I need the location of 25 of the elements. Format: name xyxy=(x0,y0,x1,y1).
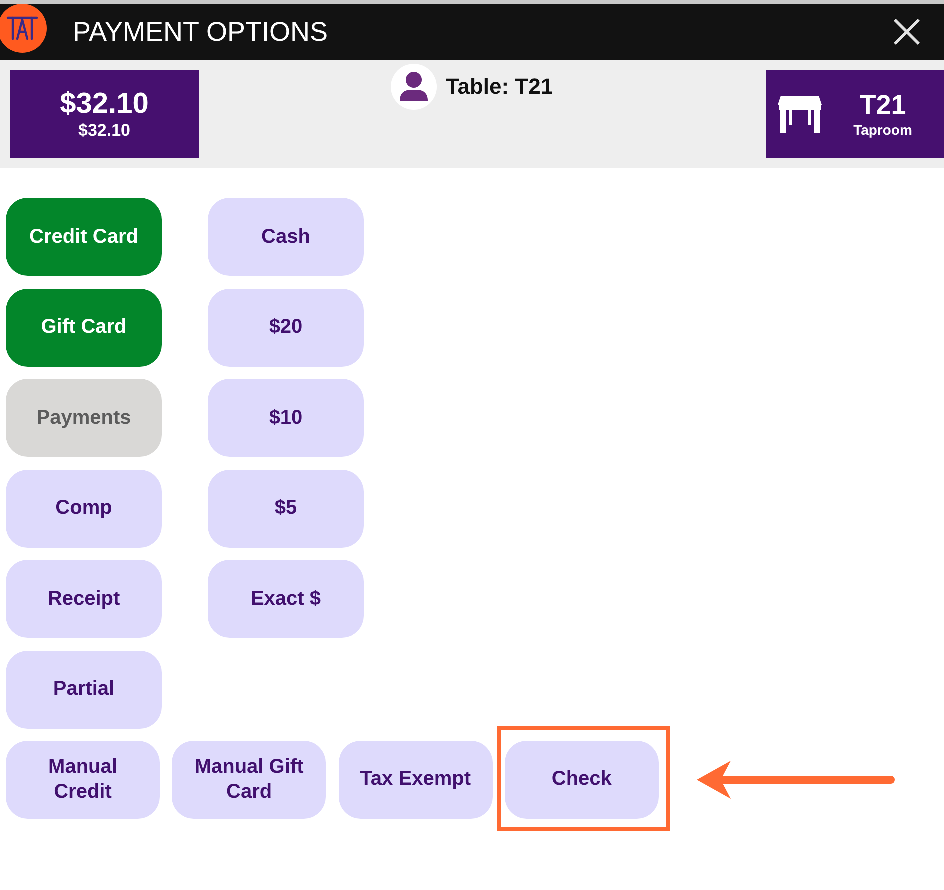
person-icon xyxy=(390,64,437,110)
close-button[interactable] xyxy=(892,17,922,47)
table-icon xyxy=(778,96,822,132)
close-icon xyxy=(893,18,921,46)
payment-button[interactable]: Manual Gift Card xyxy=(172,740,326,819)
payment-button[interactable]: $10 xyxy=(208,379,364,458)
area-name: Taproom xyxy=(854,121,912,139)
payment-button[interactable]: Comp xyxy=(6,470,162,548)
payment-button[interactable]: Exact $ xyxy=(208,560,364,638)
payment-button[interactable]: Receipt xyxy=(6,560,162,638)
window-title: PAYMENT OPTIONS xyxy=(73,18,328,46)
table-label: Table: T21 xyxy=(446,72,554,100)
total-amount: $32.10 xyxy=(60,87,149,121)
payment-button[interactable]: Tax Exempt xyxy=(338,740,493,819)
logo-icon xyxy=(0,4,47,53)
payment-button[interactable]: $20 xyxy=(208,288,364,367)
payment-button[interactable]: Check xyxy=(504,740,659,819)
payment-button[interactable]: Manual Credit xyxy=(6,740,160,819)
payment-button[interactable]: Credit Card xyxy=(6,198,162,276)
payment-button[interactable]: Gift Card xyxy=(6,288,162,367)
payment-button[interactable]: Cash xyxy=(208,198,364,276)
payment-button[interactable]: $5 xyxy=(208,470,364,548)
subtotal-amount: $32.10 xyxy=(78,121,130,141)
table-number: T21 xyxy=(860,89,906,121)
payment-button[interactable]: Partial xyxy=(6,650,162,729)
